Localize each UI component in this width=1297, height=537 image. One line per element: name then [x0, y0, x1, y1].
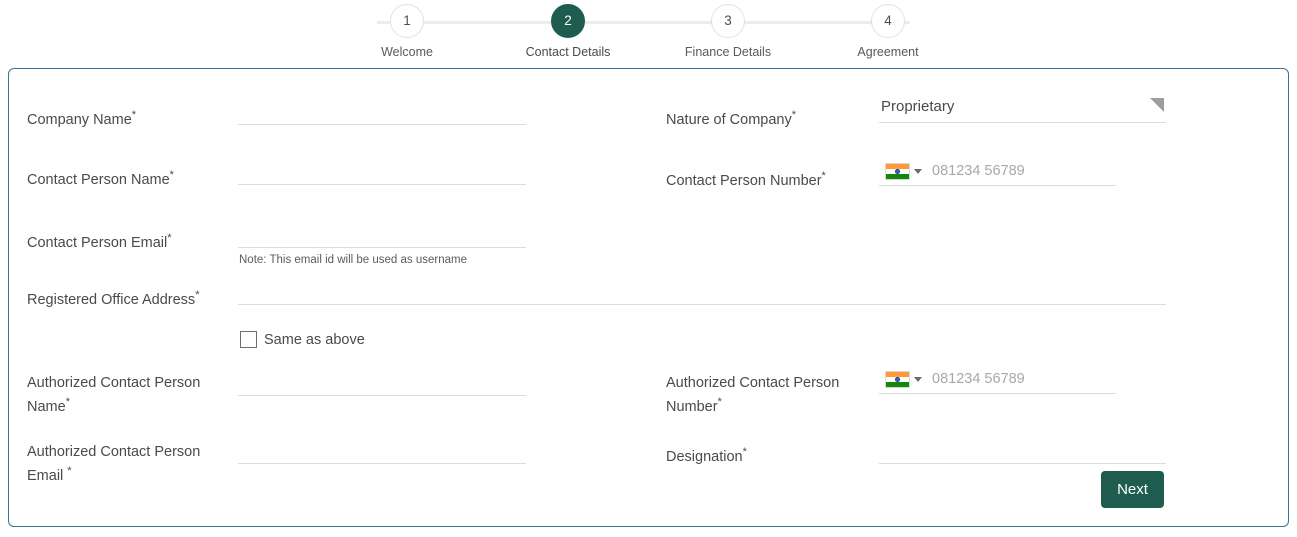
step-3-finance-details[interactable]: 3 Finance Details — [668, 0, 788, 59]
chevron-down-icon — [914, 168, 922, 174]
authorized-contact-person-email-label: Authorized Contact Person Email * — [27, 444, 201, 484]
authorized-contact-person-number-label: Authorized Contact Person Number* — [666, 375, 840, 415]
step-1-label: Welcome — [381, 45, 433, 59]
nature-of-company-selected-value: Proprietary — [881, 98, 955, 115]
contact-person-email-input[interactable] — [238, 224, 526, 248]
contact-person-number-input[interactable] — [932, 163, 1116, 179]
nature-of-company-label: Nature of Company* — [666, 109, 797, 128]
step-2-label: Contact Details — [525, 45, 611, 59]
authorized-contact-person-name-input[interactable] — [238, 372, 526, 396]
nature-of-company-select[interactable]: Proprietary — [879, 96, 1166, 123]
company-name-input[interactable] — [238, 101, 526, 125]
bottom-strip — [0, 529, 1297, 537]
authorized-contact-person-email-input[interactable] — [238, 440, 526, 464]
contact-details-form-panel: Company Name* Contact Person Name* Conta… — [8, 68, 1289, 527]
contact-person-name-input[interactable] — [238, 161, 526, 185]
same-as-above-checkbox[interactable] — [240, 331, 257, 348]
same-as-above-row[interactable]: Same as above — [240, 331, 365, 348]
designation-input[interactable] — [879, 440, 1166, 464]
contact-person-number-label: Contact Person Number* — [666, 170, 826, 189]
step-1-welcome[interactable]: 1 Welcome — [347, 0, 467, 59]
same-as-above-label: Same as above — [264, 331, 365, 348]
india-flag-icon — [885, 370, 910, 388]
designation-label: Designation* — [666, 446, 747, 465]
chevron-down-icon — [914, 376, 922, 382]
india-flag-icon — [885, 162, 910, 180]
progress-stepper: 1 Welcome 2 Contact Details 3 Finance De… — [0, 0, 1297, 62]
next-button[interactable]: Next — [1101, 471, 1164, 508]
step-1-circle: 1 — [390, 4, 424, 38]
country-code-selector[interactable] — [879, 162, 922, 180]
step-4-circle: 4 — [871, 4, 905, 38]
contact-person-number-field[interactable] — [879, 157, 1116, 186]
contact-person-email-label: Contact Person Email* — [27, 232, 172, 251]
step-3-circle: 3 — [711, 4, 745, 38]
ashoka-chakra-icon — [895, 376, 900, 382]
registered-office-address-label: Registered Office Address* — [27, 289, 200, 308]
authorized-contact-person-number-input[interactable] — [932, 371, 1116, 387]
company-name-label: Company Name* — [27, 109, 137, 128]
authorized-contact-person-number-field[interactable] — [879, 365, 1116, 394]
step-4-label: Agreement — [857, 45, 919, 59]
chevron-down-icon — [1150, 98, 1164, 112]
registered-office-address-input[interactable] — [238, 281, 1166, 305]
step-2-circle: 2 — [551, 4, 585, 38]
ashoka-chakra-icon — [895, 168, 900, 174]
step-2-contact-details[interactable]: 2 Contact Details — [508, 0, 628, 59]
step-3-label: Finance Details — [684, 45, 772, 59]
email-username-note: Note: This email id will be used as user… — [239, 254, 467, 266]
step-4-agreement[interactable]: 4 Agreement — [828, 0, 948, 59]
authorized-contact-person-name-label: Authorized Contact Person Name* — [27, 375, 201, 415]
country-code-selector[interactable] — [879, 370, 922, 388]
contact-person-name-label: Contact Person Name* — [27, 169, 174, 188]
